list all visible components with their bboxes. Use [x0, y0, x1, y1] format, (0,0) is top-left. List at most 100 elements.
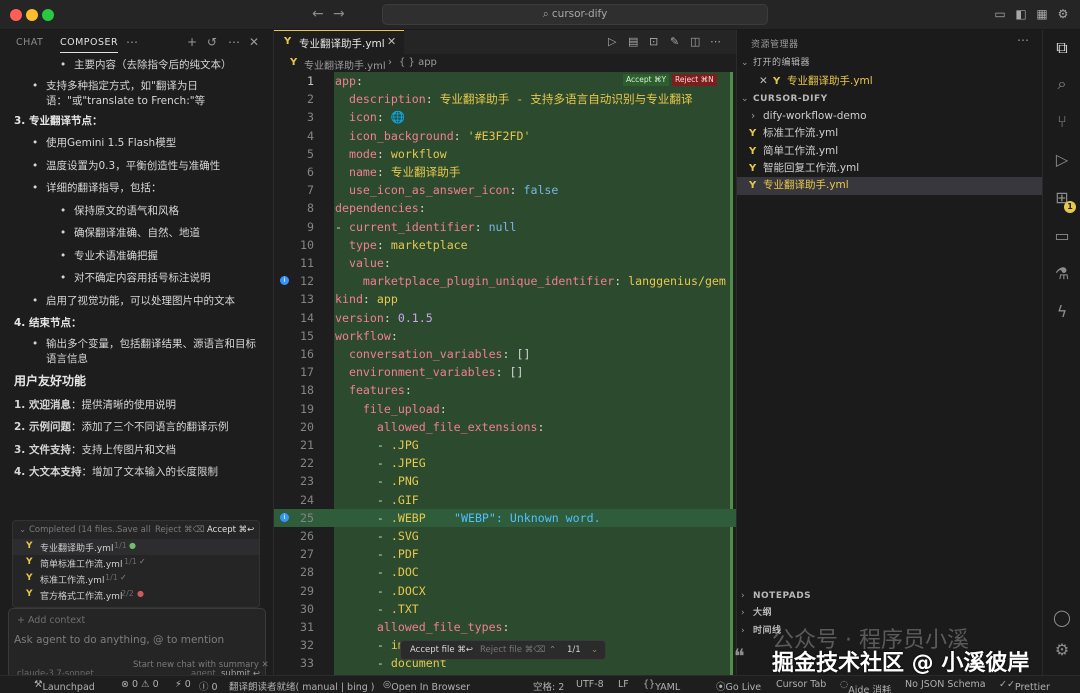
- code-line[interactable]: 25 i - .WEBP "WEBP": Unknown word.: [274, 508, 736, 527]
- tree-item-file[interactable]: Y 简单工作流.yml: [737, 143, 1043, 161]
- lightning-icon[interactable]: ϟ: [1052, 302, 1072, 322]
- explorer-files-icon[interactable]: ⧉: [1052, 38, 1072, 58]
- source-control-icon[interactable]: ⑂: [1052, 112, 1072, 132]
- toggle-panel-icon[interactable]: ▭: [993, 7, 1007, 21]
- remote-explorer-icon[interactable]: ▭: [1052, 226, 1072, 246]
- json-schema-item[interactable]: No JSON Schema: [905, 679, 986, 690]
- tree-item-file-selected[interactable]: Y 专业翻译助手.yml: [737, 177, 1043, 195]
- tab-composer[interactable]: COMPOSER: [60, 37, 119, 53]
- workspace-section[interactable]: ⌄ CURSOR-DIFY: [737, 91, 1043, 109]
- code-line[interactable]: 29 - .DOCX: [274, 582, 736, 600]
- accept-all-button[interactable]: Accept ⌘↩: [207, 525, 254, 535]
- tree-item-file[interactable]: Y 标准工作流.yml: [737, 125, 1043, 143]
- code-line[interactable]: 6 name: 专业翻译助手: [274, 163, 736, 181]
- notepads-section[interactable]: › NOTEPADS: [737, 588, 1043, 606]
- code-line[interactable]: 22 - .JPEG: [274, 454, 736, 472]
- minimize-window-button[interactable]: [26, 9, 38, 21]
- file-row[interactable]: Y 简单标准工作流.yml 1/1 ✓: [13, 555, 259, 571]
- testing-icon[interactable]: ⚗: [1052, 264, 1072, 284]
- code-line[interactable]: 30 - .TXT: [274, 600, 736, 618]
- chevron-up-icon[interactable]: ⌃: [549, 645, 556, 655]
- close-panel-icon[interactable]: ✕: [249, 35, 259, 49]
- code-line[interactable]: 5 mode: workflow: [274, 145, 736, 163]
- code-line[interactable]: 20 allowed_file_extensions:: [274, 418, 736, 436]
- code-line[interactable]: 3 icon: 🌐: [274, 108, 736, 126]
- forward-arrow-icon[interactable]: →: [333, 6, 345, 22]
- code-line[interactable]: 26 - .SVG: [274, 527, 736, 545]
- diff-icon[interactable]: ⊡: [649, 35, 658, 48]
- aide-item[interactable]: ◌ Aide 消耗: [840, 679, 891, 693]
- code-line[interactable]: 8 dependencies:: [274, 199, 736, 217]
- tree-item-folder[interactable]: › dify-workflow-demo: [737, 108, 1043, 126]
- chevron-down-icon[interactable]: ⌄: [19, 525, 26, 535]
- history-icon[interactable]: ↺: [207, 35, 217, 49]
- run-debug-icon[interactable]: ▷: [1052, 150, 1072, 170]
- new-chat-summary-link[interactable]: Start new chat with summary ✕: [133, 660, 269, 670]
- code-line[interactable]: 1 app:: [274, 72, 736, 90]
- eol-item[interactable]: LF: [618, 679, 629, 690]
- code-line[interactable]: 24 - .GIF: [274, 491, 736, 509]
- code-line[interactable]: 15 workflow:: [274, 327, 736, 345]
- code-area[interactable]: Accept ⌘Y Reject ⌘N 1 app: 2 description: …: [274, 72, 736, 675]
- prompt-placeholder[interactable]: Ask agent to do anything, @ to mention: [14, 634, 224, 646]
- code-line[interactable]: 23 - .PNG: [274, 472, 736, 490]
- editor-tab[interactable]: Y 专业翻译助手.yml ✕: [274, 30, 404, 54]
- command-center[interactable]: ⌕ cursor-dify: [382, 4, 768, 25]
- problems-item[interactable]: ⊗ 0 ⚠ 0: [121, 679, 159, 690]
- back-arrow-icon[interactable]: ←: [312, 6, 324, 22]
- info-item[interactable]: ⚡ 0: [175, 679, 191, 690]
- run-icon[interactable]: ▷: [608, 35, 616, 48]
- tab-chat[interactable]: CHAT: [16, 37, 43, 48]
- toggle-sidebar-icon[interactable]: ◧: [1014, 7, 1028, 21]
- code-line[interactable]: 7 use_icon_as_answer_icon: false: [274, 181, 736, 199]
- composer-input[interactable]: + Add context Ask agent to do anything, …: [8, 608, 266, 684]
- more-icon[interactable]: ⋯: [126, 35, 138, 49]
- code-line[interactable]: 21 - .JPG: [274, 436, 736, 454]
- reject-file-button[interactable]: Reject file ⌘⌫: [480, 645, 545, 655]
- search-icon[interactable]: ⌕: [1052, 74, 1072, 94]
- cursor-tab-item[interactable]: Cursor Tab: [776, 679, 826, 690]
- info-icon[interactable]: i: [280, 512, 289, 522]
- go-live-item[interactable]: ⦿ Go Live: [716, 679, 761, 693]
- code-line[interactable]: 27 - .PDF: [274, 545, 736, 563]
- split-editor-icon[interactable]: ◫: [690, 35, 700, 48]
- chevron-down-icon[interactable]: ⌄: [591, 645, 598, 655]
- code-line[interactable]: 28 - .DOC: [274, 563, 736, 581]
- close-tab-icon[interactable]: ✕: [387, 35, 396, 48]
- file-row[interactable]: Y 标准工作流.yml 1/1 ✓: [13, 571, 259, 587]
- code-line[interactable]: 11 value:: [274, 254, 736, 272]
- breadcrumb-file[interactable]: 专业翻译助手.yml: [304, 57, 386, 72]
- code-line[interactable]: 2 description: 专业翻译助手 - 支持多语言自动识别与专业翻译: [274, 90, 736, 108]
- code-line[interactable]: 4 icon_background: '#E3F2FD': [274, 127, 736, 145]
- reject-all-button[interactable]: Reject ⌘⌫: [155, 525, 205, 535]
- accept-file-button[interactable]: Accept file ⌘↩: [410, 645, 473, 655]
- new-chat-plus-icon[interactable]: +: [187, 35, 197, 49]
- open-browser-item[interactable]: ◎ Open In Browser: [383, 679, 470, 693]
- file-row[interactable]: Y 官方格式工作流.yml 2/2 ●: [13, 587, 259, 603]
- code-line[interactable]: 16 conversation_variables: []: [274, 345, 736, 363]
- more-icon[interactable]: ⋯: [1017, 33, 1029, 47]
- save-all-button[interactable]: Save all: [117, 525, 151, 535]
- ports-item[interactable]: Ⓘ 0: [199, 679, 218, 693]
- tree-item-file[interactable]: Y 智能回复工作流.yml: [737, 160, 1043, 178]
- add-context-button[interactable]: + Add context: [17, 615, 85, 626]
- maximize-window-button[interactable]: [42, 9, 54, 21]
- file-row[interactable]: Y 专业翻译助手.yml 1/1 ●: [13, 539, 259, 555]
- code-line[interactable]: 19 file_upload:: [274, 400, 736, 418]
- language-item[interactable]: {} YAML: [643, 679, 680, 693]
- code-line[interactable]: 14 version: 0.1.5: [274, 309, 736, 327]
- breadcrumb-symbol[interactable]: { } app: [399, 57, 437, 68]
- layout-icon[interactable]: ▦: [1035, 7, 1049, 21]
- code-line[interactable]: 12 i marketplace_plugin_unique_identifier…: [274, 272, 736, 290]
- code-line[interactable]: 10 type: marketplace: [274, 236, 736, 254]
- code-line[interactable]: 17 environment_variables: []: [274, 363, 736, 381]
- indent-item[interactable]: 空格: 2: [533, 679, 564, 693]
- encoding-item[interactable]: UTF-8: [576, 679, 604, 690]
- close-window-button[interactable]: [10, 9, 22, 21]
- code-line[interactable]: 13 kind: app: [274, 290, 736, 308]
- preview-icon[interactable]: ▤: [628, 35, 638, 48]
- edit-pencil-icon[interactable]: ✎: [670, 35, 679, 48]
- code-line[interactable]: 9 - current_identifier: null: [274, 218, 736, 236]
- prettier-item[interactable]: ✓✓ Prettier: [999, 679, 1050, 693]
- more-options-icon[interactable]: ⋯: [228, 35, 240, 49]
